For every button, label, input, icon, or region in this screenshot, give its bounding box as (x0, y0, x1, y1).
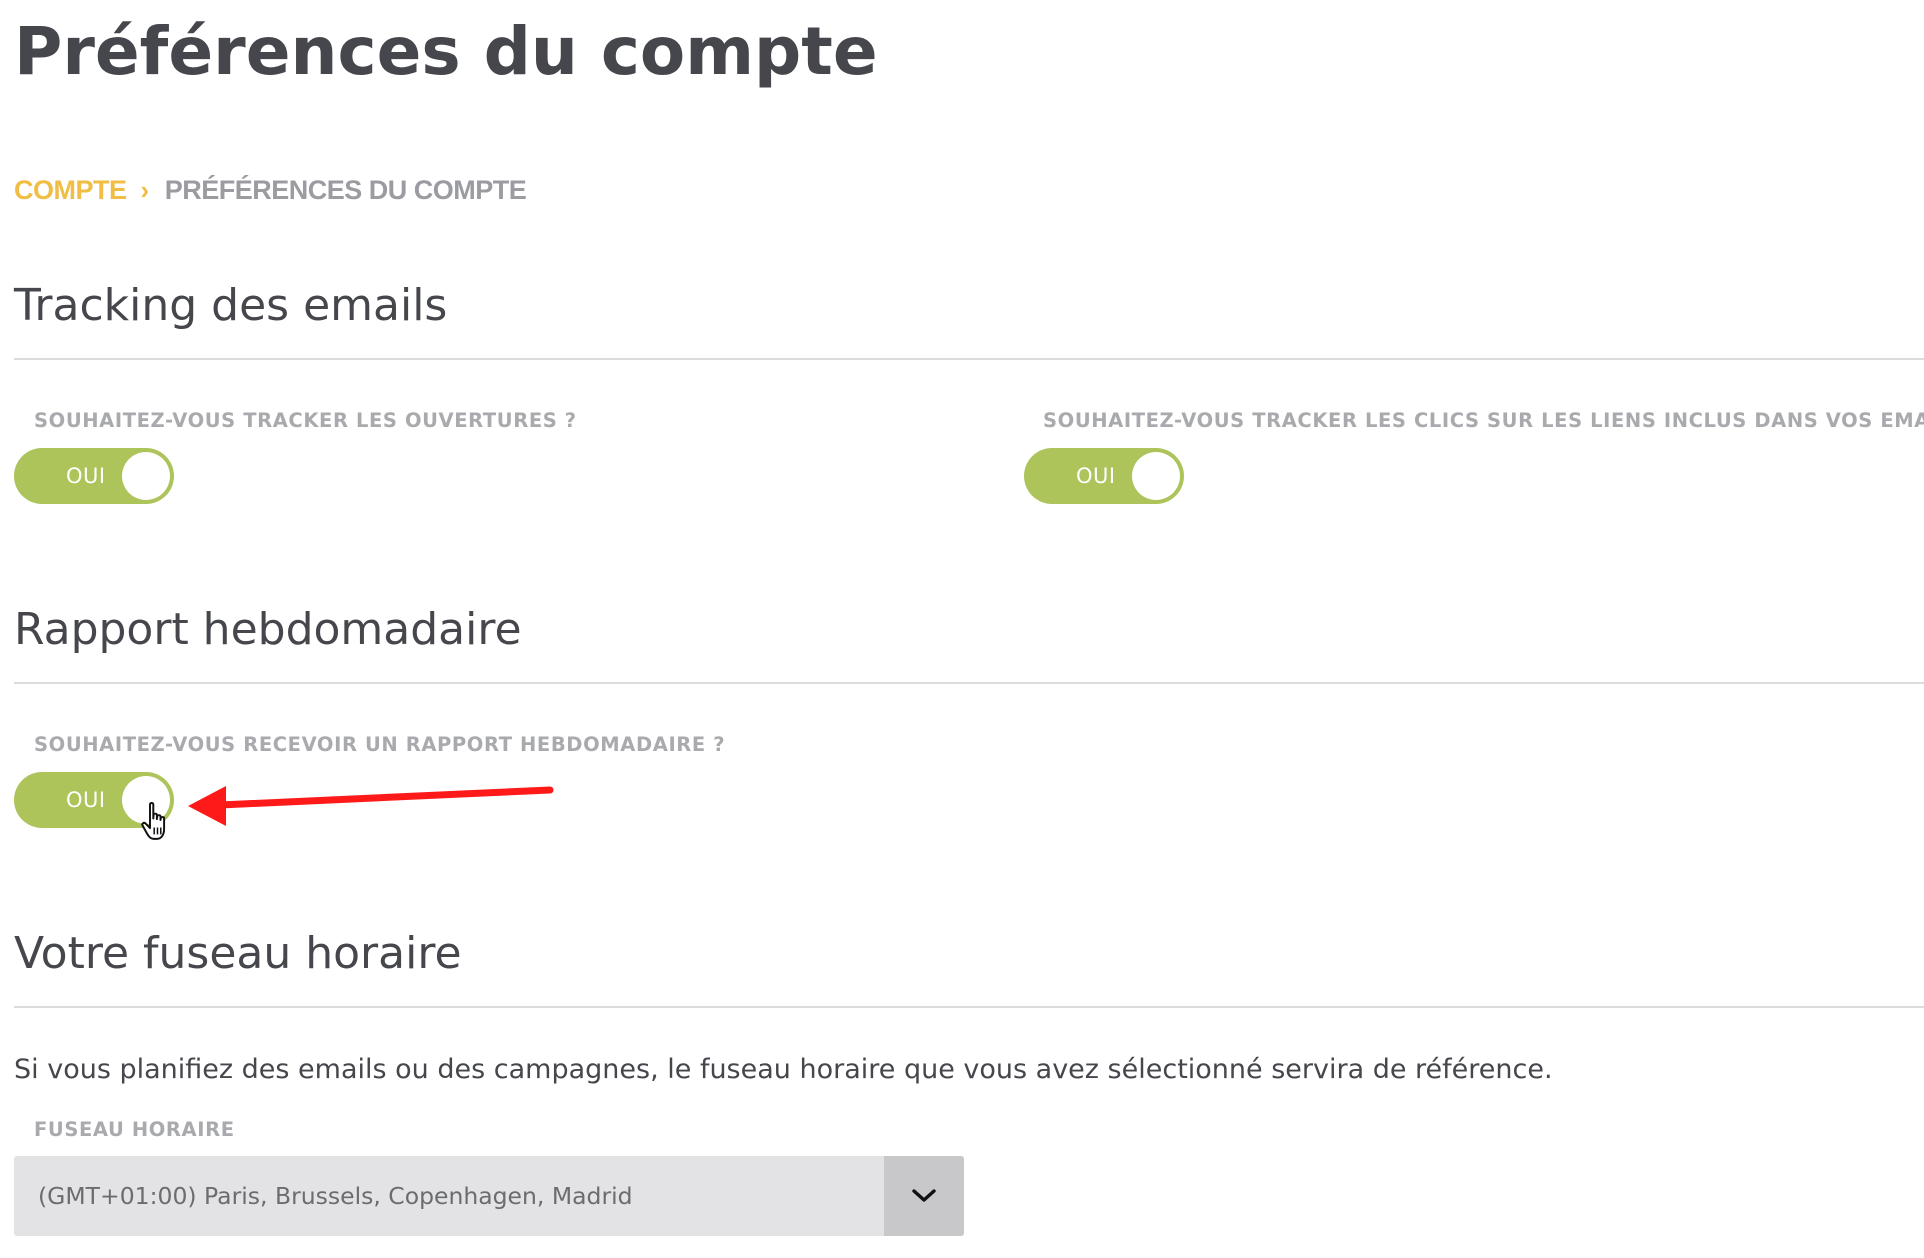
section-title-tracking: Tracking des emails (14, 280, 448, 331)
timezone-selected-value: (GMT+01:00) Paris, Brussels, Copenhagen,… (38, 1182, 633, 1210)
breadcrumb-link-compte[interactable]: COMPTE (14, 175, 127, 206)
timezone-label: FUSEAU HORAIRE (34, 1118, 235, 1141)
section-title-weekly-report: Rapport hebdomadaire (14, 604, 522, 655)
weekly-report-label: SOUHAITEZ-VOUS RECEVOIR UN RAPPORT HEBDO… (34, 733, 726, 756)
section-divider (14, 682, 1924, 684)
toggle-knob (1132, 452, 1180, 500)
section-title-timezone: Votre fuseau horaire (14, 928, 462, 979)
track-opens-label: SOUHAITEZ-VOUS TRACKER LES OUVERTURES ? (34, 409, 577, 432)
toggle-state-label: OUI (1076, 464, 1116, 488)
timezone-description: Si vous planifiez des emails ou des camp… (14, 1054, 1553, 1085)
page-title: Préférences du compte (14, 13, 878, 90)
timezone-dropdown-button[interactable] (884, 1156, 964, 1236)
section-divider (14, 1006, 1924, 1008)
breadcrumb-current: PRÉFÉRENCES DU COMPTE (164, 174, 527, 205)
toggle-state-label: OUI (66, 464, 106, 488)
track-opens-toggle[interactable]: OUI (14, 448, 174, 504)
track-clicks-label: SOUHAITEZ-VOUS TRACKER LES CLICS SUR LES… (1043, 409, 1924, 432)
section-divider (14, 358, 1924, 360)
toggle-state-label: OUI (66, 788, 106, 812)
toggle-knob (122, 452, 170, 500)
hand-pointer-icon (141, 802, 166, 840)
arrow-left-icon (188, 786, 554, 826)
breadcrumb: COMPTE › PRÉFÉRENCES DU COMPTE (14, 172, 527, 208)
track-clicks-toggle[interactable]: OUI (1024, 448, 1184, 504)
timezone-select[interactable]: (GMT+01:00) Paris, Brussels, Copenhagen,… (14, 1156, 964, 1236)
chevron-right-icon: › (140, 174, 150, 205)
chevron-down-icon (912, 1189, 936, 1202)
